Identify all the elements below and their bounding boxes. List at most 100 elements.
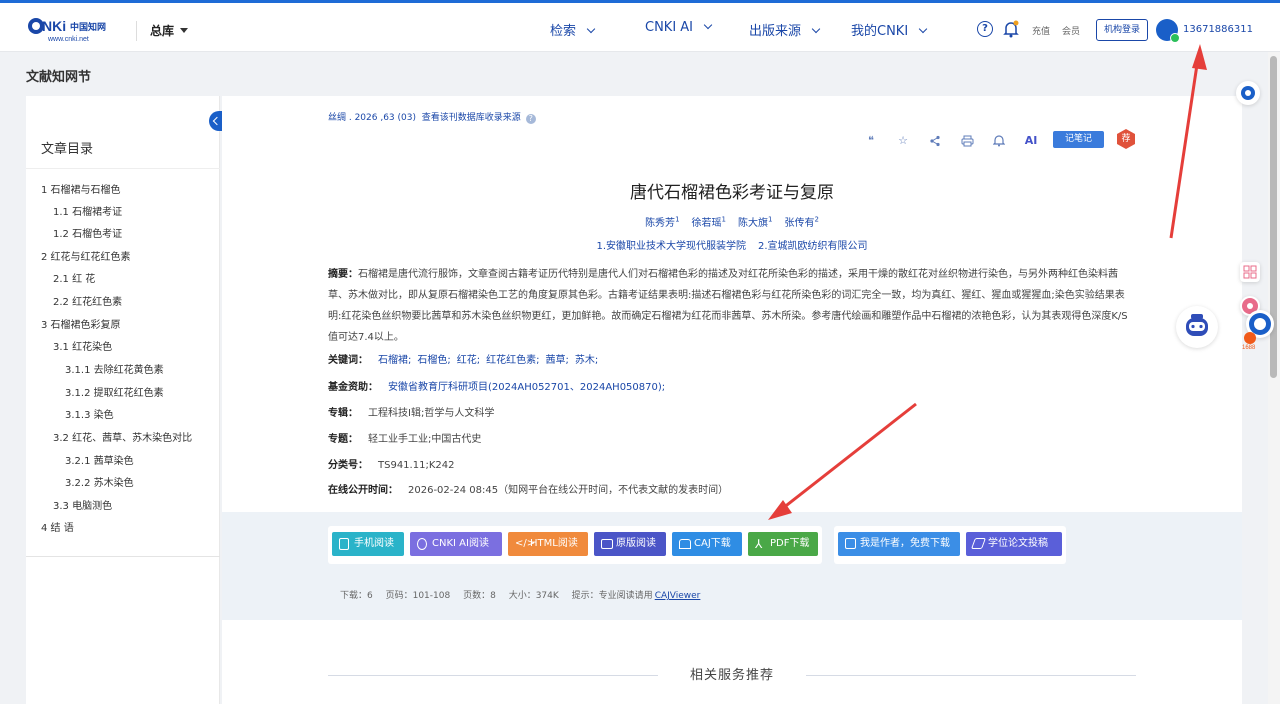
pubtime-row: 在线公开时间： 2026-02-24 08:45（知网平台在线公开时间，不代表文献… <box>328 481 728 496</box>
html-read-button[interactable]: </> HTML阅读 <box>508 532 588 556</box>
mobile-read-button[interactable]: 手机阅读 <box>332 532 404 556</box>
keywords-label: 关键词： <box>328 355 368 366</box>
button-label: 原版阅读 <box>616 538 656 549</box>
toc-item[interactable]: 3.1.3 染色 <box>65 406 114 421</box>
abstract-text: 石榴裙是唐代流行服饰，文章查阅古籍考证历代特别是唐代人们对石榴裙色彩的描述及对红… <box>328 269 1128 343</box>
affiliation-link[interactable]: 1.安徽职业技术大学现代服装学院 <box>596 241 746 252</box>
cnki-ai-read-button[interactable]: CNKI AI阅读 <box>410 532 502 556</box>
author-service-group: 我是作者，免费下载 学位论文投稿 <box>834 526 1066 564</box>
grid-widget-icon[interactable] <box>1240 262 1260 282</box>
divider <box>806 675 1136 676</box>
username-link[interactable]: 13671886311 <box>1183 24 1253 35</box>
page-title: 文献知网节 <box>26 70 92 85</box>
member-link[interactable]: 会员 <box>1062 24 1080 37</box>
pdf-icon: ⅄ <box>755 537 763 551</box>
author-link[interactable]: 徐若瑶1 <box>691 216 726 229</box>
fund-link[interactable]: 安徽省教育厅科研项目(2024AH052701、2024AH050870); <box>388 382 665 393</box>
nav-my-cnki[interactable]: 我的CNKI <box>851 20 928 39</box>
caret-down-icon <box>180 28 189 33</box>
user-avatar[interactable] <box>1156 19 1180 43</box>
favorite-star-icon[interactable]: ☆ <box>894 132 912 150</box>
affiliation-link[interactable]: 2.宣城凯欧纺织有限公司 <box>758 241 868 252</box>
toc-item[interactable]: 3.2 红花、茜草、苏木染色对比 <box>53 429 192 444</box>
toc-item[interactable]: 3.1.2 提取红花红色素 <box>65 384 164 399</box>
keyword-link[interactable]: 茜草; <box>546 355 569 366</box>
keyword-link[interactable]: 红花红色素; <box>486 355 539 366</box>
toc-item[interactable]: 3.2.2 苏木染色 <box>65 474 134 489</box>
ai-assistant-robot-icon[interactable] <box>1176 306 1218 348</box>
quote-icon[interactable]: ❝ <box>862 132 880 150</box>
cajviewer-link[interactable]: CAJViewer <box>655 591 701 601</box>
toc-item[interactable]: 1.1 石榴裙考证 <box>53 203 122 218</box>
pubtime-label: 在线公开时间： <box>328 485 398 496</box>
file-size: 大小：374K <box>508 591 559 601</box>
button-label: CAJ下载 <box>694 538 731 549</box>
divider <box>26 168 220 169</box>
code-icon: </> <box>515 538 536 549</box>
nav-search[interactable]: 检索 <box>550 20 596 39</box>
float-widget-button[interactable] <box>1236 81 1260 105</box>
library-dropdown[interactable]: 总库 <box>150 22 189 39</box>
ai-icon[interactable]: AI <box>1022 132 1040 150</box>
original-read-button[interactable]: 原版阅读 <box>594 532 666 556</box>
nav-search-label: 检索 <box>550 24 577 39</box>
toc-item[interactable]: 1.2 石榴色考证 <box>53 225 122 240</box>
open-book-icon <box>679 539 691 549</box>
keyword-link[interactable]: 苏木; <box>575 355 598 366</box>
org-login-button[interactable]: 机构登录 <box>1096 19 1148 41</box>
notification-bell-icon[interactable] <box>1003 20 1019 38</box>
share-icon[interactable] <box>926 132 944 150</box>
author-link[interactable]: 陈秀芳1 <box>645 216 679 229</box>
keywords-row: 关键词： 石榴裙; 石榴色; 红花; 红花红色素; 茜草; 苏木; <box>328 351 604 366</box>
toc-item[interactable]: 3.2.1 茜草染色 <box>65 452 134 467</box>
cnki-logo[interactable]: NKi 中国知网 www.cnki.net <box>26 15 122 43</box>
viewer-tip: 提示：专业阅读请用 <box>571 591 653 601</box>
author-name: 陈秀芳 <box>645 218 676 229</box>
author-free-download-button[interactable]: 我是作者，免费下载 <box>838 532 960 556</box>
page-range: 页码：101-108 <box>385 591 451 601</box>
toc-item[interactable]: 2 红花与红花红色素 <box>41 248 131 263</box>
shop-1688-icon[interactable]: 1688 <box>1240 330 1260 351</box>
toc-item[interactable]: 3.1 红花染色 <box>53 338 112 353</box>
keyword-link[interactable]: 石榴裙; <box>378 355 411 366</box>
keyword-link[interactable]: 红花; <box>457 355 480 366</box>
recommend-badge[interactable]: 荐 <box>1117 129 1135 149</box>
author-affiliation-index: 1 <box>768 215 773 224</box>
button-label: 学位论文投稿 <box>988 538 1048 549</box>
author-link[interactable]: 张传有2 <box>784 216 818 229</box>
class-row: 分类号： TS941.11;K242 <box>328 456 454 471</box>
header-divider <box>136 21 137 41</box>
caj-download-button[interactable]: CAJ下载 <box>672 532 742 556</box>
journal-line[interactable]: 丝绸 . 2026 ,63 (03) <box>328 113 416 123</box>
toc-item[interactable]: 3.1.1 去除红花黄色素 <box>65 361 164 376</box>
print-icon[interactable] <box>958 132 976 150</box>
help-icon[interactable]: ? <box>977 21 993 37</box>
toc-item[interactable]: 3.3 电脑测色 <box>53 497 112 512</box>
keyword-link[interactable]: 石榴色; <box>417 355 450 366</box>
class-label: 分类号： <box>328 460 368 471</box>
sidebar-collapse-button[interactable] <box>209 111 222 131</box>
toc-item[interactable]: 2.2 红花红色素 <box>53 293 122 308</box>
chevron-down-icon <box>811 24 821 34</box>
svg-text:1688: 1688 <box>1242 345 1256 350</box>
toc-item[interactable]: 1 石榴裙与石榴色 <box>41 181 121 196</box>
nav-publication-label: 出版来源 <box>749 24 802 39</box>
toc-item[interactable]: 4 结 语 <box>41 519 74 534</box>
take-note-button[interactable]: 记笔记 <box>1053 131 1104 148</box>
thesis-submit-button[interactable]: 学位论文投稿 <box>966 532 1062 556</box>
chevron-down-icon <box>586 24 596 34</box>
author-link[interactable]: 陈大旗1 <box>738 215 773 229</box>
nav-cnki-ai[interactable]: CNKI AI <box>645 20 713 35</box>
alert-bell-icon[interactable] <box>990 132 1008 150</box>
toc-item[interactable]: 2.1 红 花 <box>53 270 95 285</box>
recharge-link[interactable]: 充值 <box>1032 24 1050 37</box>
toc-item[interactable]: 3 石榴裙色彩复原 <box>41 316 121 331</box>
topic-value: 轻工业手工业;中国古代史 <box>368 434 482 445</box>
fund-row: 基金资助： 安徽省教育厅科研项目(2024AH052701、2024AH05087… <box>328 378 671 393</box>
svg-text:www.cnki.net: www.cnki.net <box>47 36 89 43</box>
question-icon[interactable]: ? <box>525 114 536 124</box>
nav-publication-source[interactable]: 出版来源 <box>749 20 821 39</box>
author-name: 徐若瑶 <box>691 218 722 229</box>
pdf-download-button[interactable]: ⅄ PDF下载 <box>748 532 818 556</box>
journal-source-link[interactable]: 查看该刊数据库收录来源 <box>422 113 521 123</box>
